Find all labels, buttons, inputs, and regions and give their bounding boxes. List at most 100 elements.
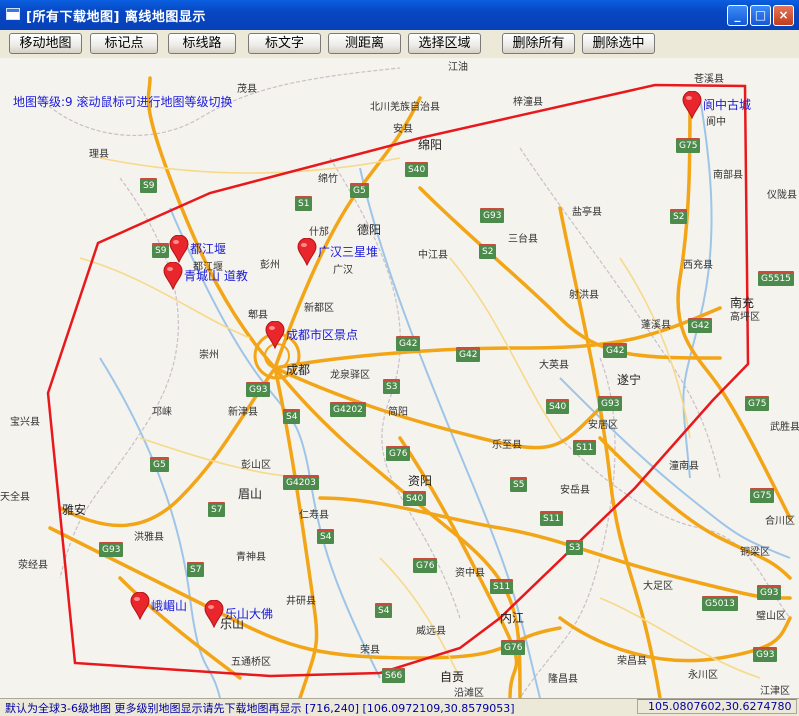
- map-marker-icon[interactable]: [130, 592, 150, 620]
- city-label: 隆昌县: [548, 674, 578, 685]
- highway-shield: G5515: [758, 271, 794, 286]
- city-label: 彭山区: [241, 460, 271, 471]
- minimize-button[interactable]: _: [727, 5, 748, 26]
- highway-shield: S3: [383, 379, 401, 394]
- mark-text-button[interactable]: 标文字: [248, 33, 321, 54]
- city-label: 崇州: [199, 350, 219, 361]
- highway-shield: G75: [750, 488, 775, 503]
- city-label: 中江县: [418, 250, 448, 261]
- city-label: 眉山: [238, 487, 263, 501]
- map-marker-icon[interactable]: [204, 600, 224, 628]
- highway-shield: G42: [688, 318, 713, 333]
- highway-shield: S11: [490, 579, 514, 594]
- city-label: 资阳: [408, 474, 433, 488]
- marker-label[interactable]: 阆中古城: [703, 96, 751, 113]
- select-region-button[interactable]: 选择区域: [408, 33, 481, 54]
- map-marker-icon[interactable]: [265, 321, 285, 349]
- city-label: 雅安: [62, 503, 87, 517]
- city-label: 合川区: [765, 516, 795, 527]
- city-label: 龙泉驿区: [330, 370, 370, 381]
- city-label: 高坪区: [730, 312, 760, 323]
- map-marker-icon[interactable]: [297, 238, 317, 266]
- city-label: 荣昌县: [617, 656, 647, 667]
- title-bar: [所有下载地图] 离线地图显示 _ □ ×: [0, 0, 799, 30]
- city-label: 理县: [89, 149, 109, 160]
- highway-shield: G93: [753, 647, 778, 662]
- app-icon: [6, 8, 20, 20]
- city-label: 阆中: [706, 117, 726, 128]
- marker-label[interactable]: 广汉三星堆: [318, 243, 378, 260]
- highway-shield: G5013: [702, 596, 738, 611]
- city-label: 荥经县: [18, 560, 48, 571]
- map-marker-icon[interactable]: [169, 235, 189, 263]
- city-label: 乐至县: [492, 440, 522, 451]
- marker-label[interactable]: 成都市区景点: [286, 326, 358, 343]
- city-label: 德阳: [357, 223, 382, 237]
- city-label: 宝兴县: [10, 417, 40, 428]
- toolbar: 移动地图 标记点 标线路 标文字 测距离 选择区域 删除所有 删除选中: [0, 30, 799, 58]
- highway-shield: S9: [152, 243, 170, 258]
- close-button[interactable]: ×: [773, 5, 794, 26]
- city-label: 盐亭县: [572, 207, 602, 218]
- highway-shield: G93: [480, 208, 505, 223]
- mark-point-button[interactable]: 标记点: [90, 33, 158, 54]
- city-label: 荣县: [360, 645, 380, 656]
- move-map-button[interactable]: 移动地图: [9, 33, 82, 54]
- city-label: 绵竹: [318, 174, 338, 185]
- highway-shield: S1: [295, 196, 313, 211]
- highway-shield: G76: [386, 446, 411, 461]
- highway-shield: S2: [479, 244, 497, 259]
- city-label: 蓬溪县: [641, 320, 671, 331]
- delete-selected-button[interactable]: 删除选中: [582, 33, 655, 54]
- city-label: 邛崃: [152, 407, 172, 418]
- highway-shield: G93: [99, 542, 124, 557]
- highway-shield: S7: [187, 562, 205, 577]
- marker-label[interactable]: 乐山大佛: [225, 605, 273, 622]
- city-label: 永川区: [688, 670, 718, 681]
- status-message: 默认为全球3-6级地图 更多级别地图显示请先下载地图再显示 [716,240] …: [5, 702, 515, 715]
- delete-all-button[interactable]: 删除所有: [502, 33, 575, 54]
- city-label: 三台县: [508, 234, 538, 245]
- highway-shield: S66: [382, 668, 406, 683]
- city-label: 成都: [286, 363, 311, 377]
- marker-label[interactable]: 峨嵋山: [151, 597, 187, 614]
- highway-shield: S11: [540, 511, 564, 526]
- city-label: 安县: [393, 124, 413, 135]
- city-label: 安居区: [588, 420, 618, 431]
- highway-shield: S7: [208, 502, 226, 517]
- mark-route-button[interactable]: 标线路: [168, 33, 236, 54]
- city-label: 璧山区: [756, 611, 786, 622]
- map-canvas[interactable]: 地图等级:9 滚动鼠标可进行地图等级切换 江油 苍溪县 茂县 北川羌族自治县 梓…: [0, 58, 799, 698]
- highway-shield: S40: [546, 399, 570, 414]
- map-marker-icon[interactable]: [682, 91, 702, 119]
- marker-label[interactable]: 青城山 道教: [184, 267, 248, 284]
- highway-shield: G75: [745, 396, 770, 411]
- marker-label[interactable]: 都江堰: [190, 240, 226, 257]
- highway-shield: S4: [283, 409, 301, 424]
- map-marker-icon[interactable]: [163, 262, 183, 290]
- maximize-button[interactable]: □: [750, 5, 771, 26]
- highway-shield: S5: [510, 477, 528, 492]
- city-label: 北川羌族自治县: [370, 102, 440, 113]
- highway-shield: G42: [456, 347, 481, 362]
- city-label: 五通桥区: [231, 657, 271, 668]
- highway-shield: G93: [757, 585, 782, 600]
- city-label: 仪陇县: [767, 190, 797, 201]
- highway-shield: S40: [403, 491, 427, 506]
- highway-shield: G5: [350, 183, 369, 198]
- city-label: 江津区: [760, 686, 790, 697]
- highway-shield: S40: [405, 162, 429, 177]
- city-label: 梓潼县: [513, 97, 543, 108]
- highway-shield: G93: [598, 396, 623, 411]
- city-label: 遂宁: [617, 373, 642, 387]
- map-graphics: [39, 67, 792, 698]
- highway-shield: S9: [140, 178, 158, 193]
- city-label: 简阳: [388, 407, 408, 418]
- highway-shield: G42: [396, 336, 421, 351]
- city-label: 威远县: [416, 626, 446, 637]
- city-label: 内江: [500, 611, 525, 625]
- highway-shield: G4202: [330, 402, 366, 417]
- measure-distance-button[interactable]: 测距离: [328, 33, 401, 54]
- highway-shield: G5: [150, 457, 169, 472]
- cursor-coordinates: 105.0807602,30.6274780: [637, 699, 797, 714]
